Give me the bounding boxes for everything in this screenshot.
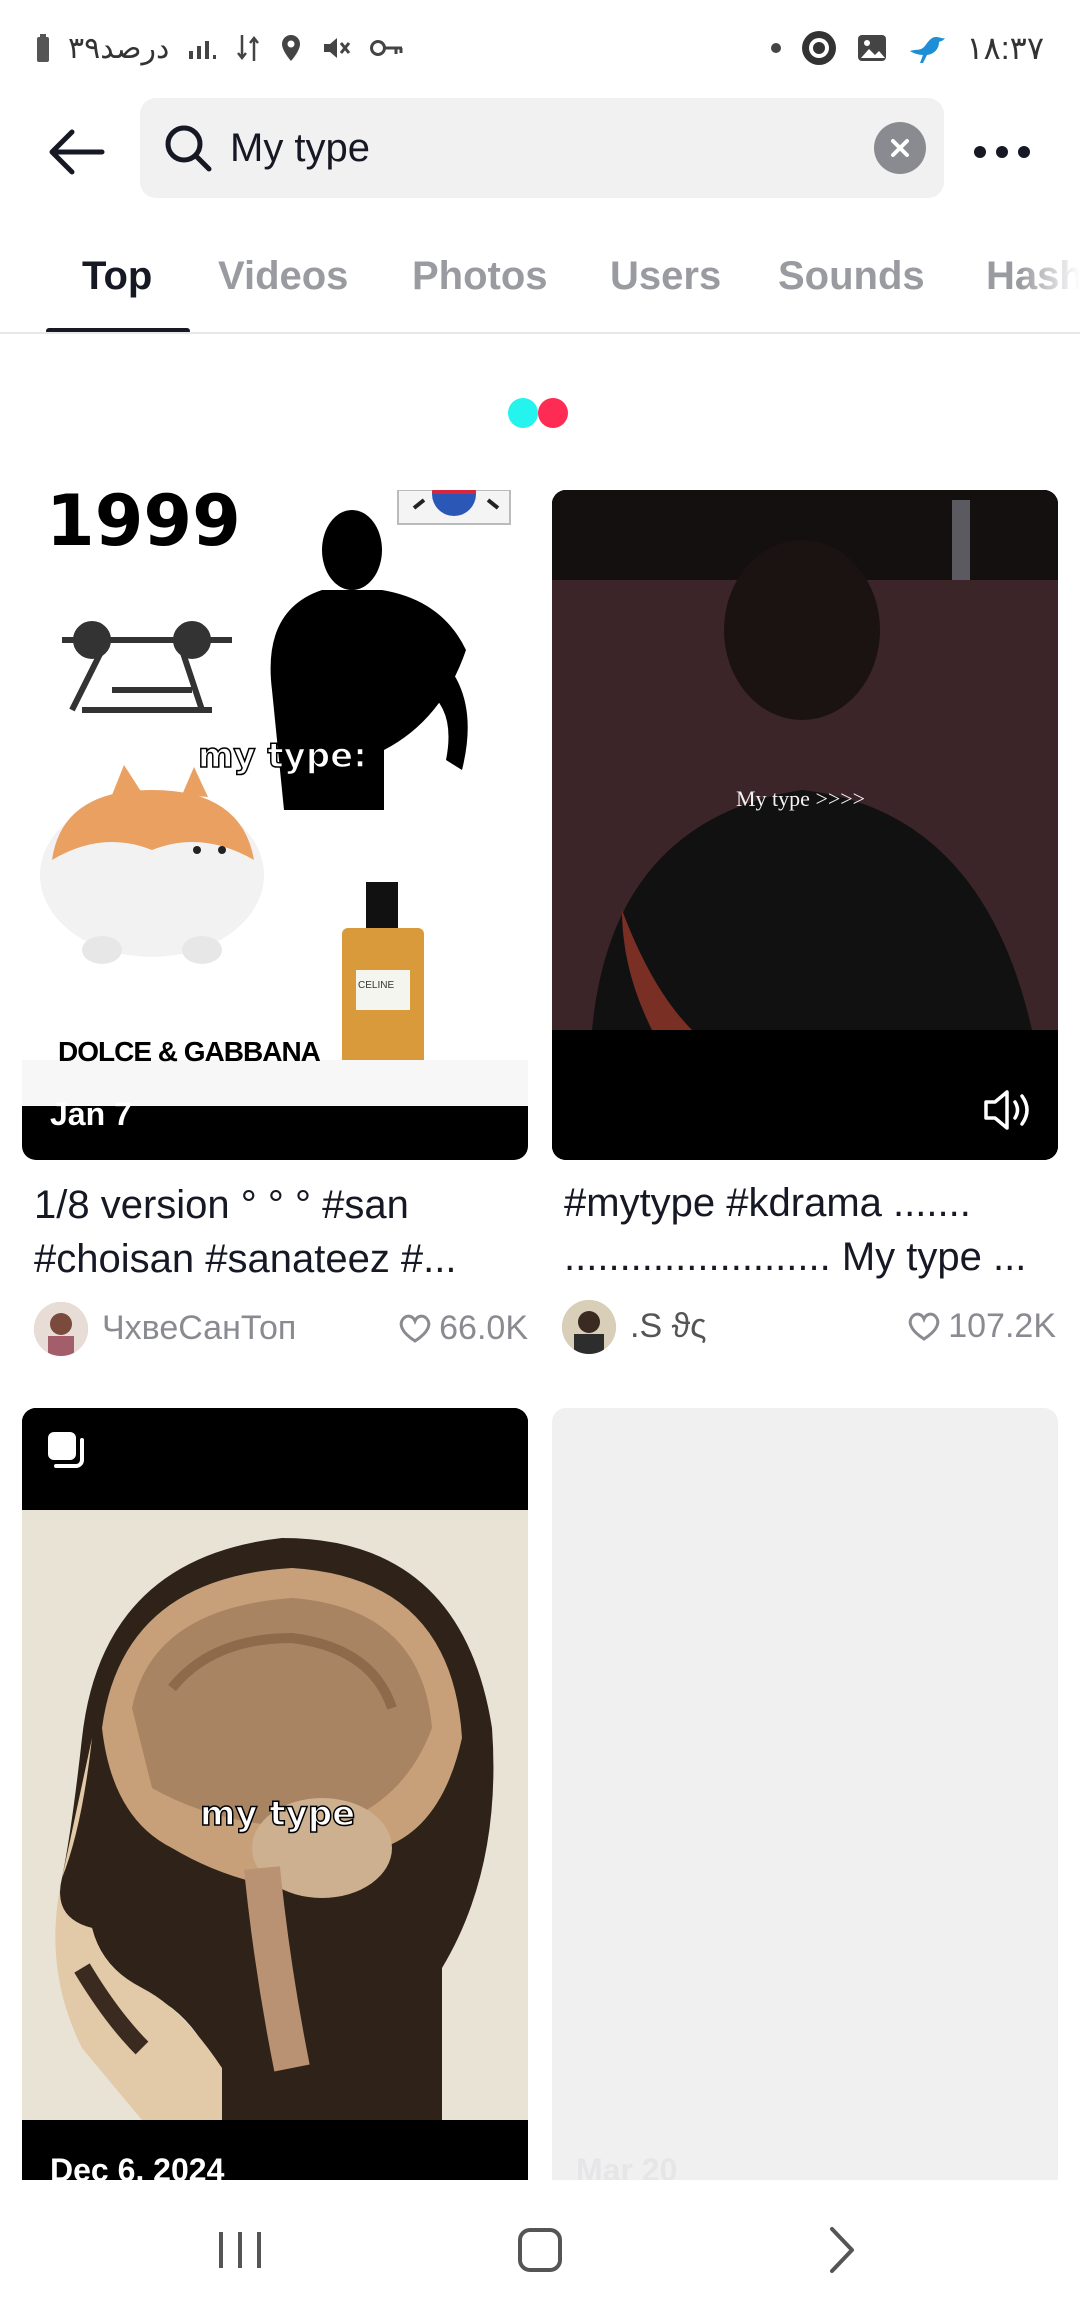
author-row[interactable]: .S ϑς 107.2K — [562, 1296, 1056, 1356]
result-card[interactable]: 1999 my type: DOLCE & GABBANA CELINE Jan… — [22, 490, 528, 1356]
vpn-key-icon — [369, 36, 405, 60]
tab-videos[interactable]: Videos — [218, 246, 348, 306]
thumb-overlay-text: my type: — [197, 735, 367, 777]
caption-line: 1/8 version ° ° ° #san — [34, 1183, 409, 1227]
location-icon — [279, 33, 303, 63]
result-card[interactable]: Mar 20 — [552, 1408, 1058, 2180]
author-name[interactable]: .S ϑς — [630, 1306, 707, 1346]
date-badge: Jan 7 — [50, 1096, 132, 1132]
battery-icon — [36, 33, 50, 63]
author-row[interactable]: ЧхвеСанТоп 66.0K — [34, 1298, 528, 1358]
more-options-button[interactable] — [966, 122, 1038, 182]
photo-thumbnail[interactable]: my type Dec 6, 2024 — [22, 1408, 528, 2180]
tab-top[interactable]: Top — [82, 246, 152, 306]
placeholder-thumbnail[interactable]: Mar 20 — [552, 1408, 1058, 2180]
loading-dot-cyan — [508, 398, 538, 428]
video-thumbnail[interactable]: 1999 my type: DOLCE & GABBANA CELINE Jan… — [22, 490, 528, 1160]
chevron-right-icon — [830, 2227, 854, 2273]
search-tabs: Top Videos Photos Users Sounds Hashtags — [0, 234, 1080, 334]
thumb-overlay-text: My type >>>> — [736, 786, 866, 811]
thumb-year-text: 1999 — [46, 490, 241, 562]
perfume-label-text: CELINE — [358, 980, 395, 991]
date-badge: Mar 20 — [576, 2152, 678, 2180]
loading-indicator — [508, 398, 572, 428]
battery-percent: ۳۹درصد — [68, 31, 170, 65]
search-header: My type — [0, 96, 1080, 206]
back-nav-button[interactable] — [802, 2210, 882, 2290]
search-input[interactable]: My type — [140, 98, 944, 198]
result-card[interactable]: My type >>>> #mytype #kdrama ....... ...… — [552, 490, 1058, 1354]
back-arrow-icon — [49, 129, 105, 175]
mute-icon — [321, 33, 351, 63]
video-caption: 1/8 version ° ° ° #san #choisan #sanatee… — [34, 1178, 534, 1286]
clear-search-button[interactable] — [874, 122, 926, 174]
more-dots-icon — [974, 146, 1030, 158]
caption-line: #choisan #sanateez #... — [34, 1237, 457, 1281]
home-icon — [518, 2228, 562, 2272]
loading-dot-red — [538, 398, 568, 428]
active-tab-indicator — [46, 328, 190, 332]
search-query: My type — [230, 126, 371, 170]
heart-icon — [399, 1314, 431, 1343]
brand-text: DOLCE & GABBANA — [58, 1036, 321, 1067]
caption-line: ........................ My type ... — [564, 1235, 1027, 1279]
like-count: 66.0K — [397, 1308, 528, 1348]
carousel-indicator — [46, 1430, 86, 1470]
volume-button[interactable] — [982, 1086, 1036, 1134]
tabs-fade — [1020, 234, 1080, 332]
video-caption: #mytype #kdrama ....... ................… — [564, 1176, 1064, 1284]
result-card[interactable]: my type Dec 6, 2024 — [22, 1408, 528, 2180]
tab-users[interactable]: Users — [610, 246, 721, 306]
status-bar-left: ۳۹درصد — [36, 26, 405, 70]
flag-image — [397, 490, 511, 525]
recent-apps-button[interactable] — [200, 2210, 280, 2290]
date-badge: Dec 6, 2024 — [50, 2152, 225, 2180]
search-icon — [158, 118, 218, 178]
photo-carousel-icon — [48, 1432, 84, 1468]
app-notification-icon — [800, 29, 838, 67]
tab-photos[interactable]: Photos — [412, 246, 548, 306]
gallery-icon — [856, 32, 888, 64]
tab-sounds[interactable]: Sounds — [778, 246, 925, 306]
like-count: 107.2K — [906, 1306, 1056, 1346]
notification-dot-icon — [770, 42, 782, 54]
author-avatar[interactable] — [34, 1302, 88, 1356]
close-icon — [891, 139, 909, 157]
author-name[interactable]: ЧхвеСанТоп — [102, 1308, 296, 1348]
like-count-text: 107.2K — [948, 1307, 1056, 1345]
volume-icon — [984, 1090, 1029, 1130]
author-avatar[interactable] — [562, 1300, 616, 1354]
data-transfer-icon — [235, 33, 261, 63]
bird-app-icon — [906, 31, 948, 65]
home-button[interactable] — [500, 2210, 580, 2290]
heart-icon — [908, 1312, 940, 1341]
thumbnail-image — [552, 490, 1058, 1160]
signal-icon — [187, 35, 217, 61]
back-button[interactable] — [40, 116, 112, 188]
like-count-text: 66.0K — [439, 1309, 528, 1347]
thumb-overlay-text: my type — [199, 1793, 356, 1835]
caption-line: #mytype #kdrama ....... — [564, 1181, 971, 1225]
recent-apps-icon — [219, 2232, 261, 2268]
clock: ۱۸:۳۷ — [966, 30, 1044, 66]
system-navigation-bar — [0, 2180, 1080, 2316]
status-bar-right: ۱۸:۳۷ — [770, 26, 1044, 70]
video-thumbnail[interactable]: My type >>>> — [552, 490, 1058, 1160]
status-bar: ۳۹درصد ۱۸:۳۷ — [0, 0, 1080, 96]
